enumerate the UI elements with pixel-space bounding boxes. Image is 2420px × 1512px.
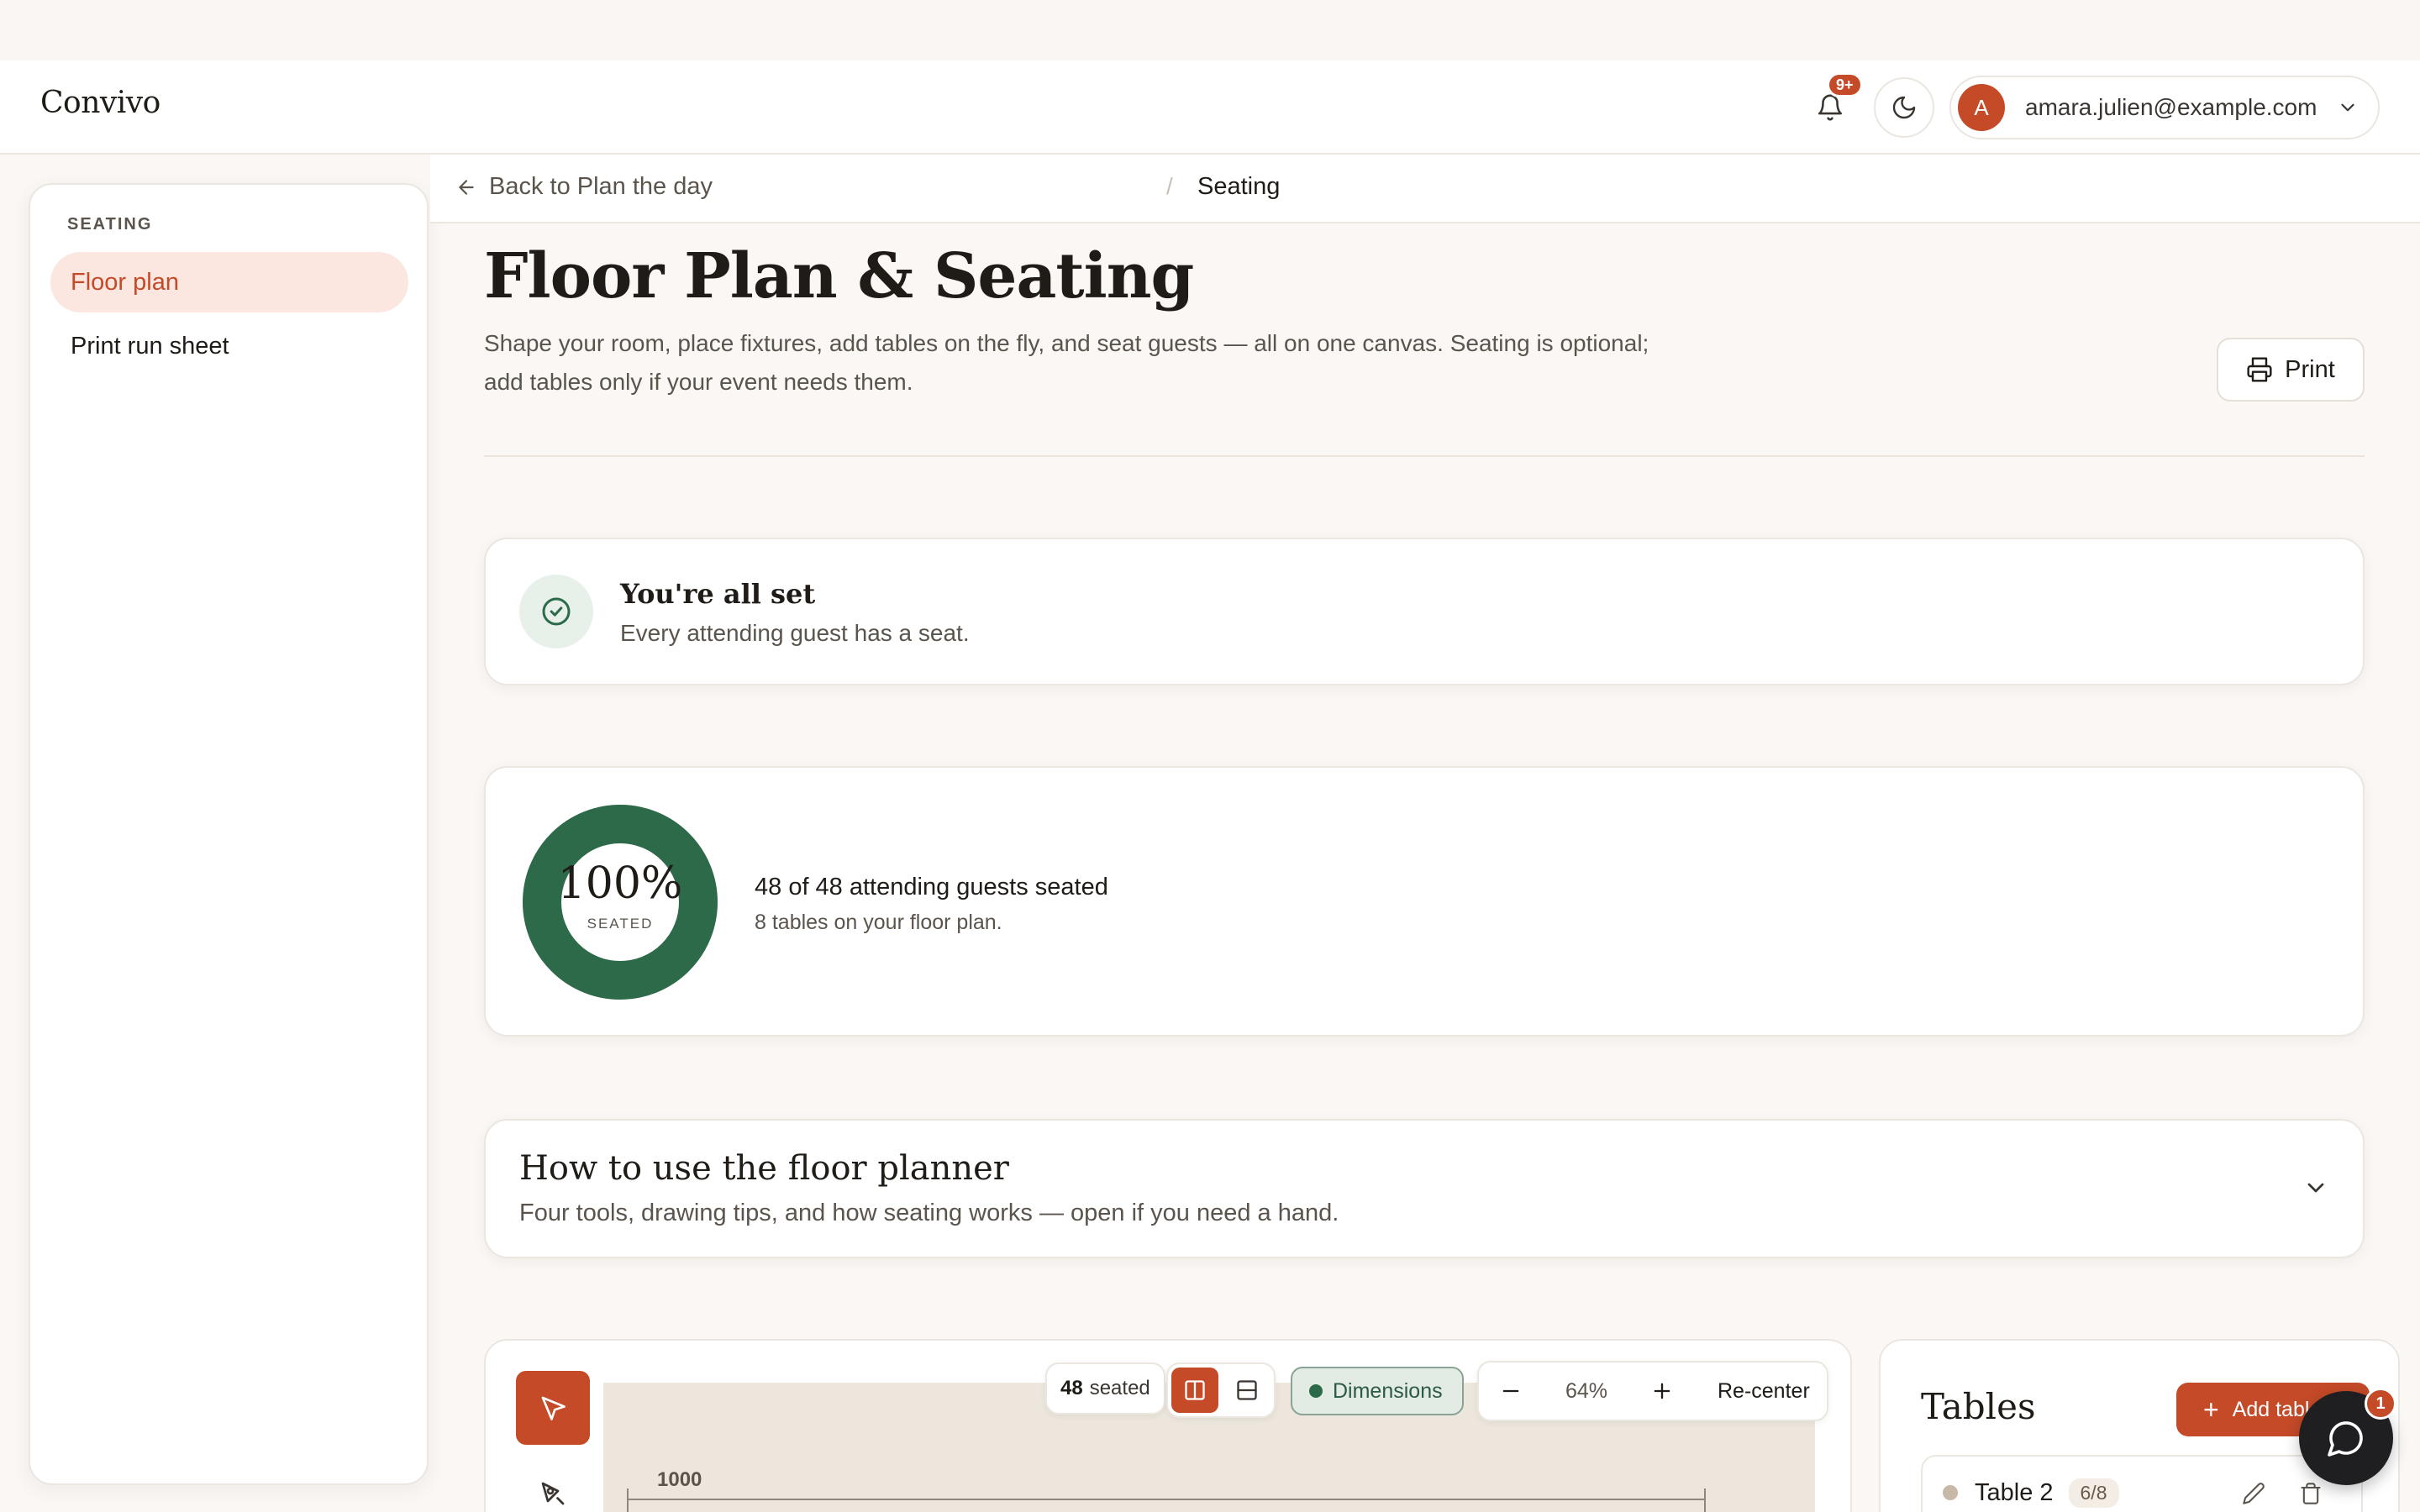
sidebar-section-title: SEATING [67, 215, 153, 234]
status-title: You're all set [620, 578, 816, 610]
status-subtitle: Every attending guest has a seat. [620, 620, 970, 646]
status-dot [1309, 1384, 1323, 1398]
view-layout-toggle [1166, 1362, 1276, 1418]
check-circle-icon [519, 575, 593, 648]
seated-percent: 100% [557, 858, 683, 909]
account-email: amara.julien@example.com [2025, 94, 2317, 120]
table-capacity-badge: 6/8 [2068, 1478, 2119, 1508]
zoom-out-button[interactable] [1486, 1366, 1536, 1416]
trash-icon [2301, 1483, 2321, 1504]
seated-count: 48 [1060, 1377, 1083, 1399]
table-row[interactable]: Table 2 6/8 [1921, 1455, 2363, 1512]
brand-logo[interactable]: Convivo [40, 86, 160, 120]
chat-badge: 1 [2365, 1388, 2396, 1420]
help-title: How to use the floor planner [519, 1149, 1009, 1188]
seated-count-pill: 48 seated [1045, 1362, 1165, 1415]
seated-summary-text: 48 of 48 attending guests seated [755, 874, 1108, 900]
arrow-left-icon [459, 179, 474, 195]
breadcrumb: Back to Plan the day / Seating [430, 155, 2420, 223]
select-tool-button[interactable] [516, 1371, 590, 1445]
account-menu-button[interactable]: A amara.julien@example.com [1949, 76, 2380, 139]
top-strip [0, 0, 2420, 60]
table-name: Table 2 [1975, 1478, 2054, 1506]
dimension-line [627, 1499, 1706, 1500]
edit-table-button[interactable] [2242, 1482, 2265, 1509]
plus-icon [1654, 1383, 1670, 1399]
page-description: Shape your room, place fixtures, add tab… [484, 330, 1649, 395]
pen-tool-icon [541, 1482, 565, 1505]
dimensions-label: Dimensions [1333, 1378, 1443, 1403]
tool-palette [516, 1371, 590, 1512]
dimension-tick [627, 1488, 629, 1512]
page-title: Floor Plan & Seating [484, 240, 1194, 312]
print-button[interactable]: Print [2217, 338, 2365, 402]
dimension-label: 1000 [657, 1468, 702, 1491]
app-header: Convivo 9+ A amara.julien@example.com [0, 60, 2420, 155]
draw-tool-button[interactable] [516, 1457, 590, 1512]
avatar: A [1958, 84, 2005, 131]
chat-bubble-icon [2328, 1421, 2363, 1457]
divider [484, 455, 2365, 457]
seating-summary-card: 100% SEATED 48 of 48 attending guests se… [484, 766, 2365, 1037]
help-accordion[interactable]: How to use the floor planner Four tools,… [484, 1119, 2365, 1258]
theme-toggle-button[interactable] [1874, 77, 1934, 138]
help-subtitle: Four tools, drawing tips, and how seatin… [519, 1200, 1339, 1226]
dimensions-toggle[interactable]: Dimensions [1291, 1367, 1464, 1415]
split-horizontal-view-button[interactable] [1223, 1368, 1270, 1413]
moon-icon [1892, 96, 1916, 119]
back-link-label: Back to Plan the day [489, 173, 713, 200]
rows-icon [1237, 1380, 1257, 1400]
seated-caption: SEATED [587, 916, 654, 932]
columns-icon [1185, 1380, 1205, 1400]
split-vertical-view-button[interactable] [1171, 1368, 1218, 1413]
zoom-controls: 64% Re-center [1477, 1361, 1828, 1421]
back-link[interactable]: Back to Plan the day [455, 173, 713, 201]
breadcrumb-current: Seating [1197, 173, 1281, 200]
table-color-dot [1943, 1485, 1958, 1500]
pencil-icon [2243, 1483, 2265, 1504]
minus-icon [1502, 1389, 1519, 1393]
sidebar: SEATING Floor plan Print run sheet [29, 183, 429, 1485]
print-button-label: Print [2285, 355, 2335, 383]
chevron-down-icon[interactable] [2302, 1174, 2329, 1205]
notifications-badge: 9+ [1827, 72, 1863, 97]
tables-count-text: 8 tables on your floor plan. [755, 911, 1002, 934]
breadcrumb-separator: / [1166, 173, 1173, 199]
tables-title: Tables [1921, 1386, 2036, 1427]
dimension-tick [1704, 1488, 1706, 1512]
zoom-level: 64% [1565, 1378, 1608, 1403]
sidebar-item-print-run-sheet[interactable]: Print run sheet [50, 316, 408, 376]
seated-count-suffix: seated [1089, 1377, 1150, 1399]
pointer-icon [541, 1396, 566, 1420]
delete-table-button[interactable] [2299, 1482, 2323, 1509]
zoom-in-button[interactable] [1637, 1366, 1687, 1416]
status-card: You're all set Every attending guest has… [484, 538, 2365, 685]
bell-icon [1818, 94, 1843, 121]
printer-icon [2247, 357, 2272, 382]
sidebar-item-floor-plan[interactable]: Floor plan [50, 252, 408, 312]
recenter-button[interactable]: Re-center [1718, 1379, 1810, 1404]
chevron-down-icon [2337, 97, 2359, 118]
plus-icon: + [2203, 1394, 2219, 1425]
